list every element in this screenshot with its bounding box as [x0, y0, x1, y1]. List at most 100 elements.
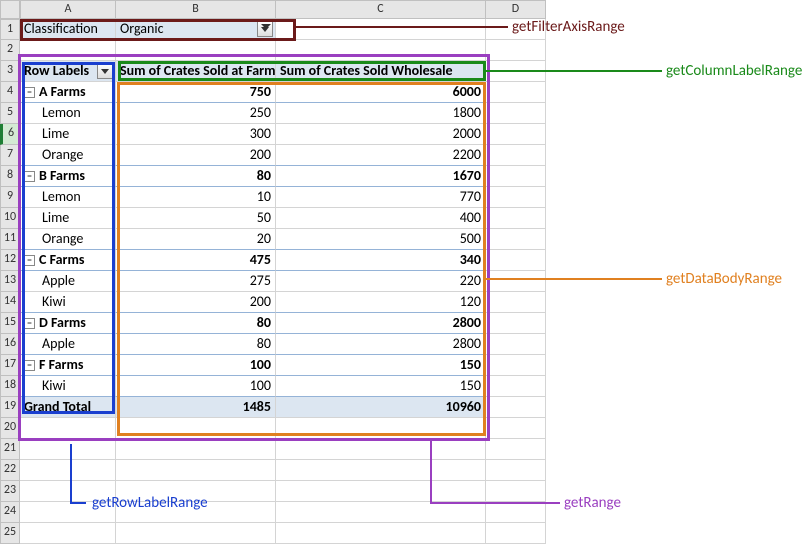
col-label-2[interactable]: Sum of Crates Sold Wholesale — [276, 61, 486, 82]
value-wholesale[interactable]: 2800 — [276, 334, 486, 355]
empty[interactable] — [276, 523, 486, 544]
row-header-14[interactable]: 14 — [0, 292, 20, 313]
empty-d[interactable] — [486, 187, 546, 208]
value-farm[interactable]: 250 — [116, 103, 276, 124]
row-header-22[interactable]: 22 — [0, 460, 20, 481]
group-row[interactable]: –A Farms — [20, 82, 116, 103]
item-row[interactable]: Lemon — [20, 187, 116, 208]
col-header-a[interactable]: A — [20, 0, 116, 19]
value-farm[interactable]: 200 — [116, 292, 276, 313]
empty[interactable] — [486, 460, 546, 481]
col-header-d[interactable]: D — [486, 0, 546, 19]
col-header-c[interactable]: C — [276, 0, 486, 19]
value-farm[interactable]: 475 — [116, 250, 276, 271]
empty[interactable] — [276, 418, 486, 439]
filter-value-cell[interactable]: Organic — [116, 19, 276, 40]
row-header-7[interactable]: 7 — [0, 145, 20, 166]
empty[interactable] — [486, 481, 546, 502]
value-farm[interactable]: 20 — [116, 229, 276, 250]
empty-c1[interactable] — [276, 19, 486, 40]
collapse-icon[interactable]: – — [24, 171, 35, 182]
empty[interactable] — [20, 523, 116, 544]
value-wholesale[interactable]: 2000 — [276, 124, 486, 145]
row-header-6[interactable]: 6 — [0, 124, 20, 145]
row-header-1[interactable]: 1 — [0, 19, 20, 40]
empty[interactable] — [116, 460, 276, 481]
value-farm[interactable]: 10 — [116, 187, 276, 208]
value-farm[interactable]: 300 — [116, 124, 276, 145]
value-wholesale[interactable]: 1670 — [276, 166, 486, 187]
empty-d[interactable] — [486, 271, 546, 292]
item-row[interactable]: Orange — [20, 229, 116, 250]
value-farm[interactable]: 275 — [116, 271, 276, 292]
select-all-corner[interactable] — [0, 0, 20, 19]
value-wholesale[interactable]: 6000 — [276, 82, 486, 103]
collapse-icon[interactable]: – — [24, 87, 35, 98]
empty-d[interactable] — [486, 82, 546, 103]
group-row[interactable]: –B Farms — [20, 166, 116, 187]
row-header-4[interactable]: 4 — [0, 82, 20, 103]
empty-d[interactable] — [486, 208, 546, 229]
value-farm[interactable]: 80 — [116, 313, 276, 334]
empty[interactable] — [486, 418, 546, 439]
collapse-icon[interactable]: – — [24, 360, 35, 371]
value-wholesale[interactable]: 1800 — [276, 103, 486, 124]
row-header-25[interactable]: 25 — [0, 523, 20, 544]
empty-c2[interactable] — [276, 40, 486, 61]
empty-a2[interactable] — [20, 40, 116, 61]
value-wholesale[interactable]: 2200 — [276, 145, 486, 166]
row-header-24[interactable]: 24 — [0, 502, 20, 523]
filter-field[interactable]: Classification — [20, 19, 116, 40]
empty-b2[interactable] — [116, 40, 276, 61]
row-labels-dropdown-icon[interactable] — [97, 63, 113, 79]
empty[interactable] — [486, 439, 546, 460]
empty-d-gt[interactable] — [486, 397, 546, 418]
value-wholesale[interactable]: 340 — [276, 250, 486, 271]
row-header-15[interactable]: 15 — [0, 313, 20, 334]
empty[interactable] — [276, 460, 486, 481]
value-wholesale[interactable]: 400 — [276, 208, 486, 229]
value-farm[interactable]: 80 — [116, 166, 276, 187]
empty-d[interactable] — [486, 103, 546, 124]
grand-total-label[interactable]: Grand Total — [20, 397, 116, 418]
value-farm[interactable]: 100 — [116, 355, 276, 376]
col-header-b[interactable]: B — [116, 0, 276, 19]
empty[interactable] — [276, 439, 486, 460]
col-label-1[interactable]: Sum of Crates Sold at Farm — [116, 61, 276, 82]
row-header-10[interactable]: 10 — [0, 208, 20, 229]
row-labels-header[interactable]: Row Labels — [20, 61, 116, 82]
item-row[interactable]: Apple — [20, 271, 116, 292]
empty[interactable] — [486, 502, 546, 523]
item-row[interactable]: Orange — [20, 145, 116, 166]
empty-d[interactable] — [486, 376, 546, 397]
empty-d[interactable] — [486, 355, 546, 376]
empty-d[interactable] — [486, 313, 546, 334]
empty-d[interactable] — [486, 166, 546, 187]
empty[interactable] — [20, 460, 116, 481]
item-row[interactable]: Kiwi — [20, 292, 116, 313]
grand-total-v1[interactable]: 1485 — [116, 397, 276, 418]
row-header-16[interactable]: 16 — [0, 334, 20, 355]
row-header-11[interactable]: 11 — [0, 229, 20, 250]
collapse-icon[interactable]: – — [24, 318, 35, 329]
value-wholesale[interactable]: 770 — [276, 187, 486, 208]
value-farm[interactable]: 50 — [116, 208, 276, 229]
item-row[interactable]: Lemon — [20, 103, 116, 124]
value-wholesale[interactable]: 150 — [276, 376, 486, 397]
empty[interactable] — [486, 523, 546, 544]
item-row[interactable]: Lime — [20, 124, 116, 145]
empty[interactable] — [116, 523, 276, 544]
item-row[interactable]: Kiwi — [20, 376, 116, 397]
row-header-5[interactable]: 5 — [0, 103, 20, 124]
grand-total-v2[interactable]: 10960 — [276, 397, 486, 418]
row-header-23[interactable]: 23 — [0, 481, 20, 502]
row-header-18[interactable]: 18 — [0, 376, 20, 397]
item-row[interactable]: Lime — [20, 208, 116, 229]
empty[interactable] — [116, 418, 276, 439]
value-farm[interactable]: 200 — [116, 145, 276, 166]
empty-d[interactable] — [486, 250, 546, 271]
empty-d2[interactable] — [486, 40, 546, 61]
value-wholesale[interactable]: 2800 — [276, 313, 486, 334]
row-header-3[interactable]: 3 — [0, 61, 20, 82]
value-farm[interactable]: 100 — [116, 376, 276, 397]
